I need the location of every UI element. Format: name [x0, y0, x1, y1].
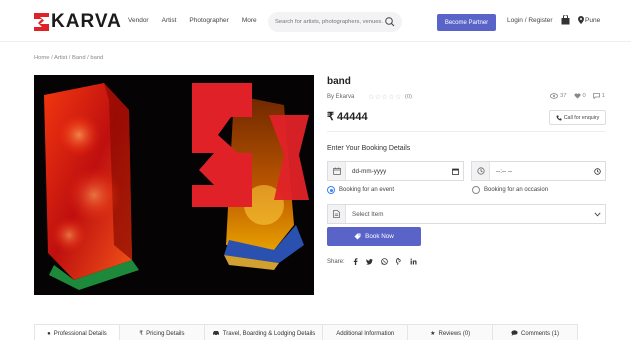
- shopping-bag-icon[interactable]: [561, 14, 570, 25]
- item-select[interactable]: Select Item: [327, 204, 606, 224]
- tab-label: Pricing Details: [146, 330, 185, 337]
- item-select-value: Select Item: [352, 210, 384, 218]
- radio-booking-occasion[interactable]: Booking for an occasion: [472, 186, 548, 194]
- breadcrumb[interactable]: Home / Artist / Band / band: [34, 55, 103, 61]
- search-input[interactable]: [275, 15, 383, 29]
- search-icon[interactable]: [384, 16, 396, 28]
- search-bar: [268, 12, 402, 32]
- tab-comments[interactable]: Comments (1): [493, 325, 577, 340]
- radio-occasion-dot[interactable]: [472, 186, 480, 194]
- karva-logo[interactable]: KARVA: [33, 11, 122, 33]
- calendar-icon: [328, 162, 346, 180]
- tab-label: Travel, Boarding & Lodging Details: [222, 330, 316, 337]
- star-icon: ★: [430, 331, 436, 337]
- product-price: ₹ 44444: [327, 111, 368, 123]
- likes-count: 0: [582, 93, 586, 99]
- comment-icon: [511, 329, 518, 338]
- document-icon: [328, 205, 346, 223]
- rupee-icon: ₹: [139, 331, 144, 337]
- enquiry-label: Call for enquiry: [563, 114, 600, 121]
- book-now-label: Book Now: [365, 233, 394, 240]
- rating-count: (0): [404, 94, 412, 100]
- chevron-down-icon[interactable]: [589, 211, 605, 217]
- radio-event-label: Booking for an event: [339, 187, 395, 193]
- booking-heading: Enter Your Booking Details: [327, 145, 411, 152]
- share-bar: Share:: [327, 258, 417, 265]
- booking-date-field[interactable]: dd-mm-yyyy: [327, 161, 464, 181]
- ek-logo-mark-icon: [33, 12, 50, 32]
- map-pin-icon: [578, 16, 584, 24]
- pinterest-icon[interactable]: [395, 258, 402, 265]
- date-picker-icon[interactable]: [447, 168, 463, 175]
- login-register-link[interactable]: Login / Register: [507, 17, 553, 24]
- product-tabs: ● Professional Details ₹ Pricing Details…: [34, 324, 578, 340]
- whatsapp-icon[interactable]: [380, 258, 388, 265]
- views-stat: 37: [550, 93, 567, 99]
- comment-icon: [592, 93, 600, 99]
- rating-stars-glyphs: ☆☆☆☆☆: [368, 94, 402, 101]
- tab-additional-information[interactable]: Additional Information: [323, 325, 409, 340]
- comments-count: 1: [601, 93, 605, 99]
- product-byline[interactable]: By Ekarva: [327, 94, 354, 100]
- location-selector[interactable]: Pune: [578, 16, 600, 24]
- product-image[interactable]: [34, 75, 314, 295]
- tab-label: Reviews (0): [438, 330, 471, 337]
- tab-label: Additional Information: [336, 330, 395, 337]
- clock-icon: [472, 162, 490, 180]
- nav-photographer[interactable]: Photographer: [189, 17, 228, 24]
- eye-icon: [550, 93, 559, 99]
- twitter-icon[interactable]: [365, 258, 373, 265]
- facebook-icon[interactable]: [353, 258, 358, 265]
- booking-time-field[interactable]: --:-- --: [471, 161, 606, 181]
- product-title: band: [327, 76, 351, 87]
- tab-professional-details[interactable]: ● Professional Details: [35, 325, 120, 340]
- radio-occasion-label: Booking for an occasion: [484, 187, 549, 193]
- nav-artist[interactable]: Artist: [162, 17, 177, 24]
- tag-icon: [354, 233, 361, 240]
- become-partner-button[interactable]: Become Partner: [437, 14, 496, 31]
- brand-name: KARVA: [51, 11, 122, 32]
- tab-label: Professional Details: [53, 330, 107, 337]
- tab-reviews[interactable]: ★ Reviews (0): [408, 325, 494, 340]
- likes-stat[interactable]: 0: [574, 93, 586, 99]
- views-count: 37: [560, 93, 567, 99]
- location-label: Pune: [585, 16, 601, 24]
- radio-booking-event[interactable]: Booking for an event: [327, 186, 394, 194]
- radio-event-dot[interactable]: [327, 186, 335, 194]
- share-label: Share:: [327, 258, 345, 265]
- heart-icon: [574, 93, 581, 99]
- nav-vendor[interactable]: Vendor: [128, 17, 149, 24]
- time-picker-icon[interactable]: [589, 167, 605, 175]
- book-now-button[interactable]: Book Now: [327, 227, 421, 246]
- tab-pricing-details[interactable]: ₹ Pricing Details: [119, 325, 205, 340]
- linkedin-icon[interactable]: [410, 258, 417, 265]
- info-icon: ●: [47, 330, 51, 337]
- booking-date-value: dd-mm-yyyy: [352, 167, 387, 175]
- comments-stat[interactable]: 1: [592, 93, 605, 99]
- tab-travel-details[interactable]: Travel, Boarding & Lodging Details: [204, 325, 324, 340]
- booking-time-value: --:-- --: [496, 167, 513, 175]
- product-stats: 37 0 1: [550, 93, 605, 99]
- phone-icon: [556, 115, 562, 121]
- rating-stars[interactable]: ☆☆☆☆☆ (0): [368, 93, 412, 101]
- nav-more[interactable]: More: [242, 17, 257, 24]
- tab-label: Comments (1): [521, 330, 560, 337]
- car-icon: [212, 330, 220, 338]
- divider: [327, 131, 606, 132]
- main-nav: Vendor Artist Photographer More: [128, 17, 257, 24]
- site-header: KARVA Vendor Artist Photographer More Be…: [0, 0, 631, 42]
- call-for-enquiry-button[interactable]: Call for enquiry: [549, 110, 606, 125]
